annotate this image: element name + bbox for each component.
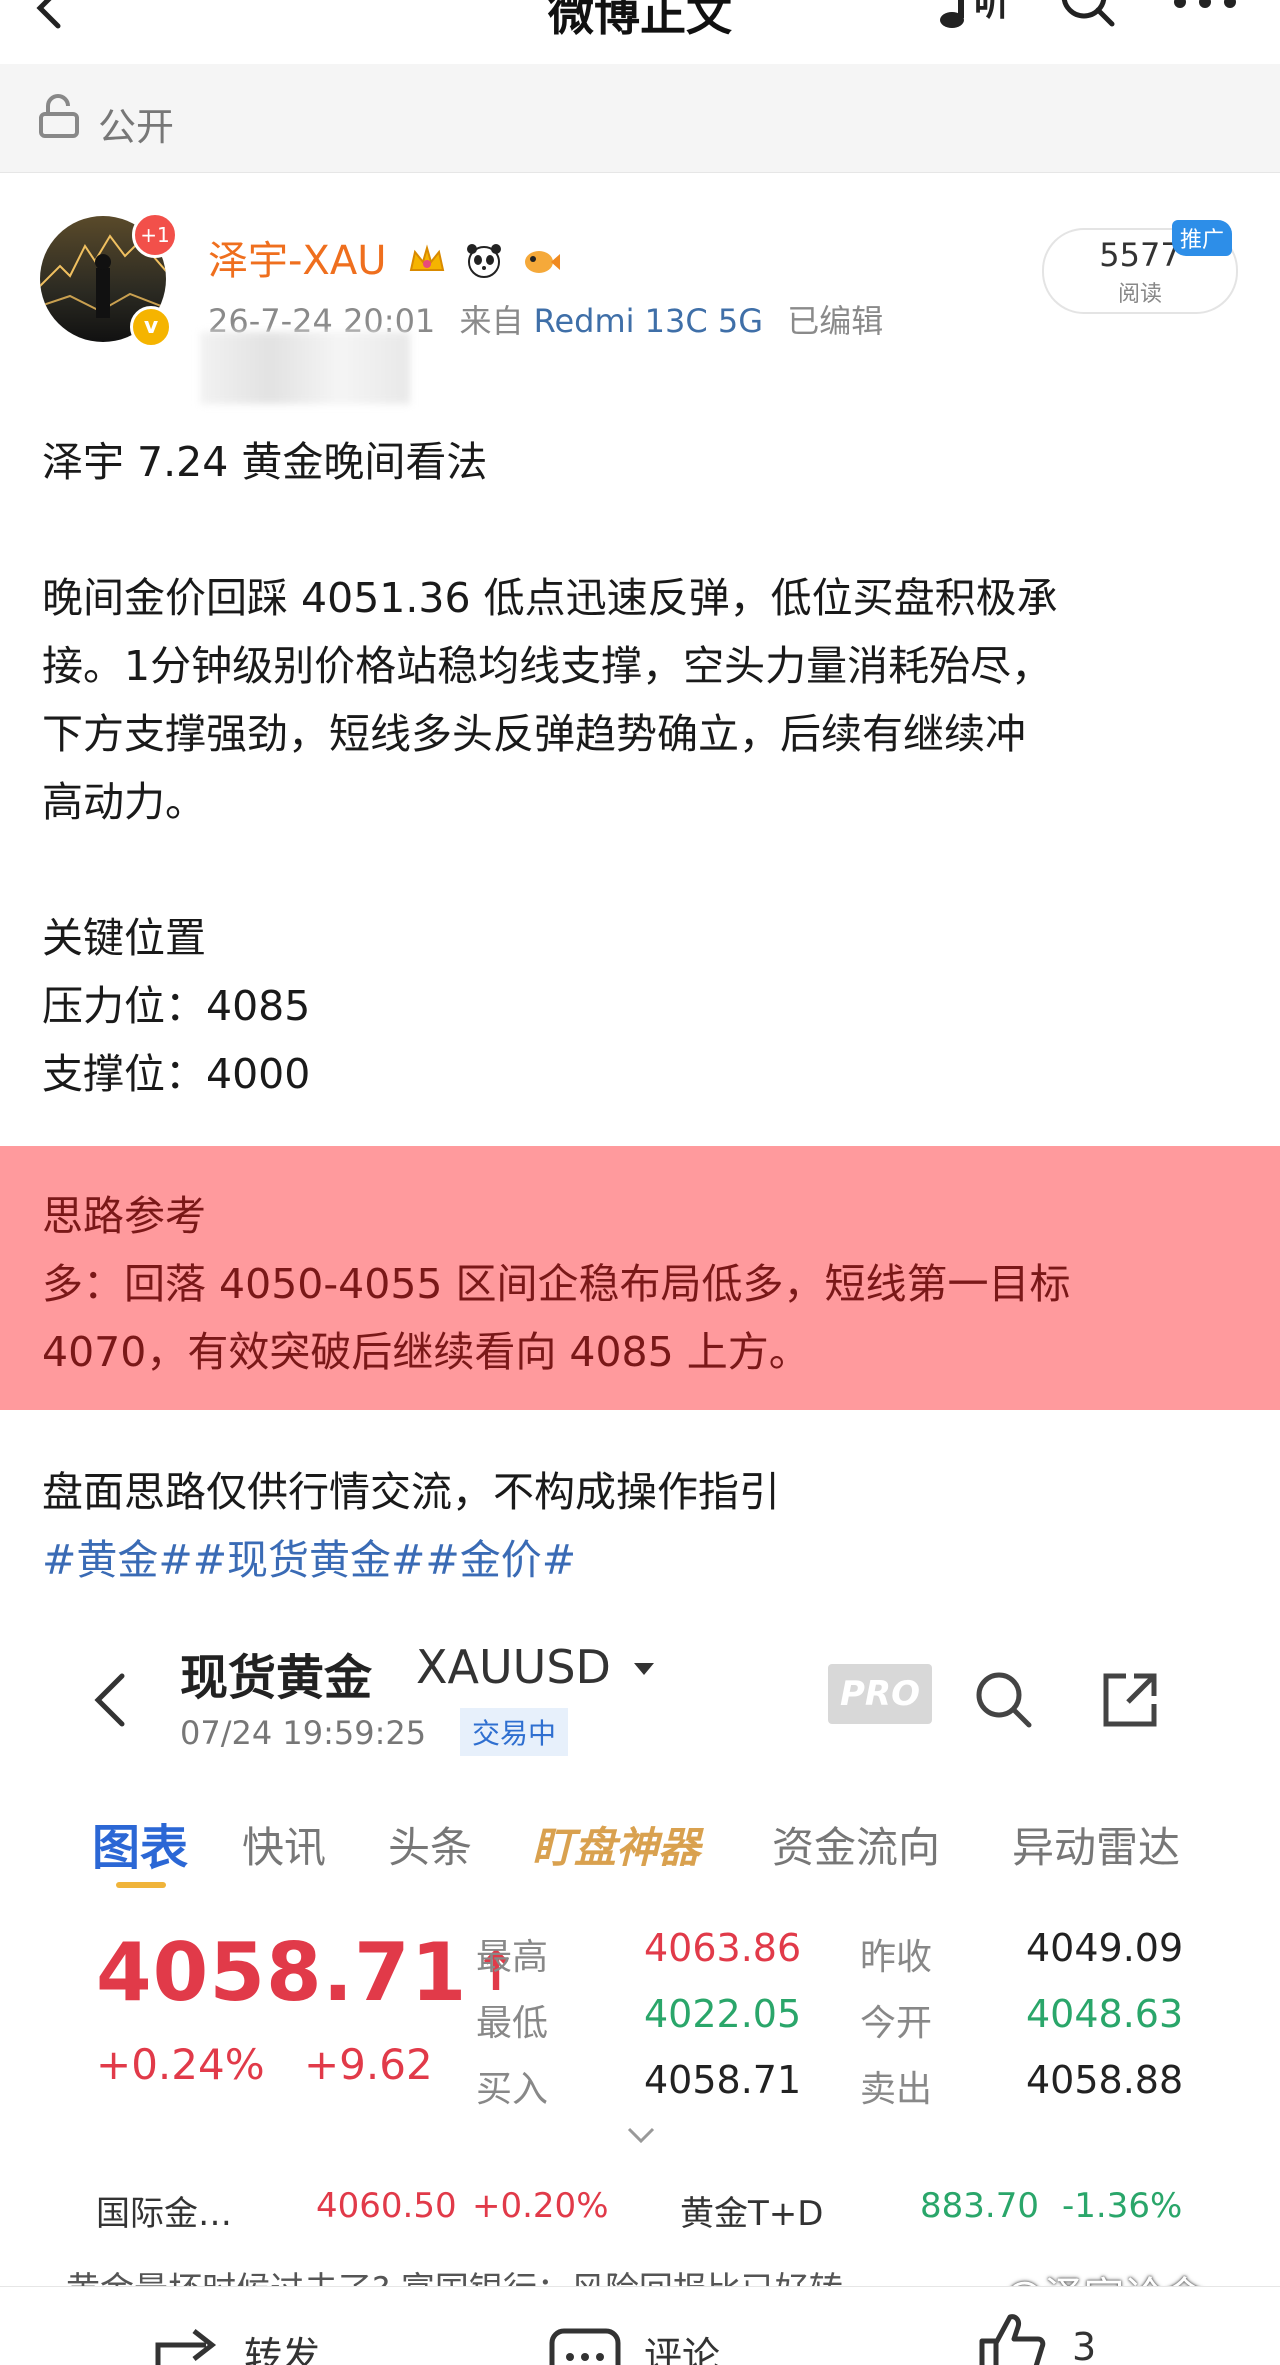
comment-icon [549, 2328, 621, 2365]
share-icon [1103, 1673, 1157, 1727]
bid-label: 买入 [476, 2069, 549, 2110]
tab-headlines: 头条 [388, 1823, 473, 1872]
intl-gold-change: +0.20% [472, 2186, 609, 2226]
open-label: 今开 [860, 2003, 933, 2044]
repost-label: 转发 [244, 2334, 321, 2365]
promo-badge[interactable]: 推广 [1172, 220, 1233, 256]
change-percent: +0.24% [96, 2040, 265, 2089]
search-icon[interactable] [1058, 0, 1118, 30]
post-text-line: 晚间金价回踩 4051.36 低点迅速反弹，低位买盘积极承 [42, 574, 1058, 622]
symbol-text: XAUUSD [416, 1640, 611, 1694]
from-label: 来自 [459, 302, 524, 340]
low-value: 4022.05 [644, 1992, 802, 2036]
follower-badge: +1 [132, 212, 178, 258]
disclaimer: 盘面思路仅供行情交流，不构成操作指引 [42, 1468, 780, 1516]
search-icon [976, 1672, 1032, 1728]
bottom-action-bar: 转发 评论 3 [0, 2286, 1280, 2365]
instrument-symbol: XAUUSD [416, 1640, 656, 1694]
gold-td-label: 黄金T+D [680, 2194, 824, 2234]
strategy-highlight: 思路参考 多：回落 4050-4055 区间企稳布局低多，短线第一目标 4070… [0, 1146, 1280, 1410]
chevron-left-icon [94, 1673, 125, 1727]
change-absolute: +9.62 [303, 2040, 433, 2089]
like-button[interactable]: 3 [976, 2287, 1136, 2365]
fish-icon [524, 251, 560, 273]
top-bar: 微博正文 听 [0, 0, 1280, 65]
verified-badge: v [130, 306, 172, 348]
prev-close-label: 昨收 [860, 1937, 933, 1978]
author-name[interactable]: 泽宇-XAU [208, 228, 561, 286]
post-text-line: 高动力。 [42, 778, 206, 826]
tab-anomaly-radar: 异动雷达 [1012, 1823, 1181, 1872]
unlock-icon [39, 94, 79, 138]
prev-close-value: 4049.09 [1026, 1926, 1184, 1970]
like-count: 3 [1072, 2325, 1097, 2365]
strategy-line: 多：回落 4050-4055 区间企稳布局低多，短线第一目标 [42, 1260, 1071, 1308]
panda-icon [466, 244, 501, 278]
support-level: 支撑位：4000 [42, 1050, 311, 1098]
intl-gold-price: 4060.50 [316, 2186, 457, 2226]
tab-chart: 图表 [92, 1820, 189, 1876]
key-levels-heading: 关键位置 [42, 914, 206, 962]
thumbs-up-icon [979, 2314, 1046, 2365]
ask-label: 卖出 [860, 2069, 933, 2110]
post-device[interactable]: Redmi 13C 5G [534, 302, 763, 340]
low-label: 最低 [476, 2003, 549, 2044]
repost-button[interactable]: 转发 [150, 2287, 370, 2365]
embedded-screenshot[interactable]: 现货黄金 XAUUSD 07/24 19:59:25 交易中 PRO 图表 快讯… [60, 1626, 1238, 2310]
price-change: +0.24% +9.62 [96, 2040, 433, 2089]
listen-label: 听 [974, 0, 1011, 24]
chevron-down-icon [627, 2127, 655, 2144]
gold-td-price: 883.70 [920, 2186, 1039, 2226]
quote-time: 07/24 19:59:25 [180, 1714, 427, 1752]
strategy-line: 4070，有效突破后继续看向 4085 上方。 [42, 1328, 810, 1376]
post-text-line: 接。1分钟级别价格站稳均线支撑，空头力量消耗殆尽， [42, 642, 1053, 690]
repost-icon [155, 2329, 217, 2365]
trading-status: 交易中 [460, 1708, 569, 1756]
post-title-line: 泽宇 7.24 黄金晚间看法 [42, 438, 488, 486]
more-icon[interactable] [1170, 0, 1240, 14]
open-value: 4048.63 [1026, 1992, 1184, 2036]
active-tab-indicator [116, 1882, 166, 1888]
high-value: 4063.86 [644, 1926, 802, 1970]
music-note-icon [940, 0, 964, 28]
tab-watch-tool: 盯盘神器 [532, 1823, 701, 1872]
tab-capital-flow: 资金流向 [772, 1823, 941, 1872]
blurred-region [200, 332, 410, 404]
read-label: 阅读 [1117, 282, 1162, 307]
crown-icon [409, 244, 445, 271]
pro-badge: PRO [828, 1664, 932, 1724]
comment-button[interactable]: 评论 [548, 2287, 768, 2365]
hashtags[interactable]: #黄金##现货黄金##金价# [42, 1526, 576, 1586]
author-name-text: 泽宇-XAU [208, 238, 387, 284]
comment-label: 评论 [644, 2334, 721, 2365]
visibility-bar: 公开 [0, 64, 1280, 173]
ask-value: 4058.88 [1026, 2058, 1184, 2102]
visibility-label: 公开 [98, 105, 175, 149]
post-text-line: 下方支撑强劲，短线多头反弹趋势确立，后续有继续冲 [42, 710, 1026, 758]
gold-td-change: -1.36% [1062, 2186, 1183, 2226]
strategy-heading: 思路参考 [42, 1192, 206, 1240]
resistance-level: 压力位：4085 [42, 982, 311, 1030]
edited-label[interactable]: 已编辑 [787, 302, 883, 340]
price-value: 4058.71 [96, 1926, 468, 2019]
caret-down-icon [633, 1663, 654, 1675]
instrument-title: 现货黄金 [180, 1650, 373, 1706]
listen-button[interactable]: 听 [936, 0, 1016, 30]
tab-flash-news: 快讯 [242, 1823, 327, 1872]
current-price: 4058.71 ↑ [96, 1926, 520, 2019]
intl-gold-label: 国际金… [96, 2194, 232, 2234]
high-label: 最高 [476, 1937, 549, 1978]
bid-value: 4058.71 [644, 2058, 802, 2102]
